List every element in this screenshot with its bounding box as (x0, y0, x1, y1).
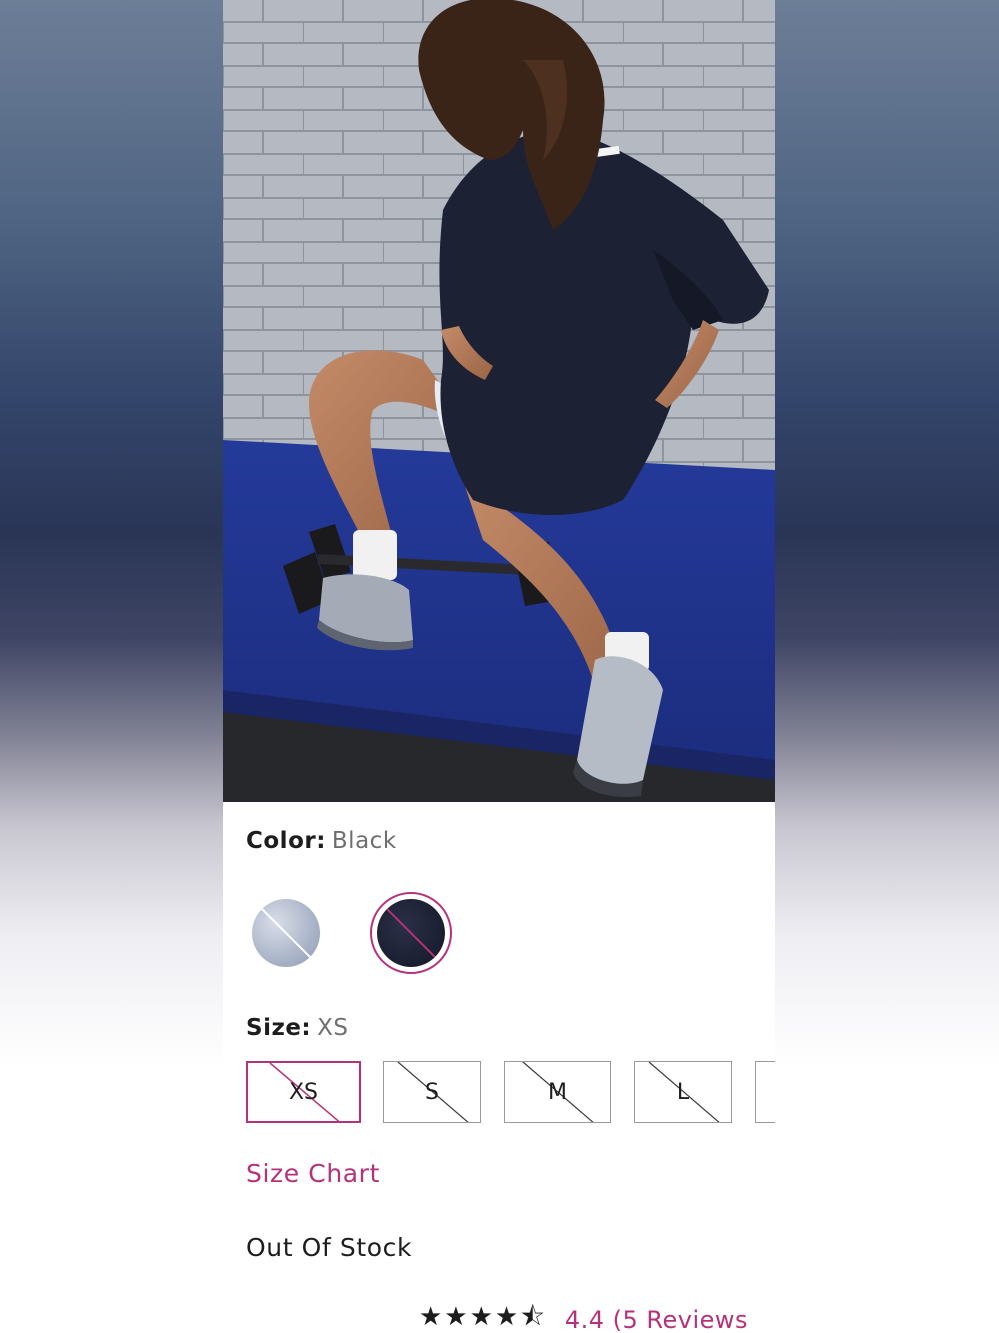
size-value: XS (317, 1015, 349, 1041)
product-panel: Color: Black Size: XS XS S M L Size Chart … (223, 0, 775, 1333)
size-option-m[interactable]: M (504, 1061, 611, 1123)
swatch-black[interactable] (370, 892, 452, 974)
size-option-label: XS (288, 1079, 319, 1105)
background-blur-right (775, 0, 999, 1333)
swatch-light-heather[interactable] (245, 892, 327, 974)
size-option-l[interactable]: L (634, 1061, 732, 1123)
size-option-label: S (425, 1079, 439, 1105)
rating-summary[interactable]: ★★★★⯪ 4.4 (5 Reviews (419, 1302, 748, 1333)
swatch-black-fill (377, 899, 445, 967)
rating-text[interactable]: 4.4 (5 Reviews (565, 1306, 748, 1333)
size-option-xs[interactable]: XS (246, 1061, 361, 1123)
color-label-row: Color: Black (246, 828, 397, 854)
swatch-light-heather-fill (252, 899, 320, 967)
product-image[interactable] (223, 0, 775, 802)
color-value: Black (331, 828, 397, 854)
unavailable-strike (377, 899, 445, 967)
size-option-label: L (676, 1079, 690, 1105)
product-photo (223, 0, 775, 802)
size-option-s[interactable]: S (383, 1061, 481, 1123)
stock-status: Out Of Stock (246, 1233, 413, 1262)
background-blur-left (0, 0, 223, 1333)
size-label: Size: (246, 1015, 312, 1041)
size-option-partial[interactable] (755, 1061, 775, 1123)
size-chart-link[interactable]: Size Chart (246, 1159, 380, 1188)
size-label-row: Size: XS (246, 1015, 349, 1041)
rating-stars-icon: ★★★★⯪ (419, 1302, 547, 1332)
color-label: Color: (246, 828, 326, 854)
size-option-label: M (548, 1079, 567, 1105)
unavailable-strike (252, 899, 320, 967)
